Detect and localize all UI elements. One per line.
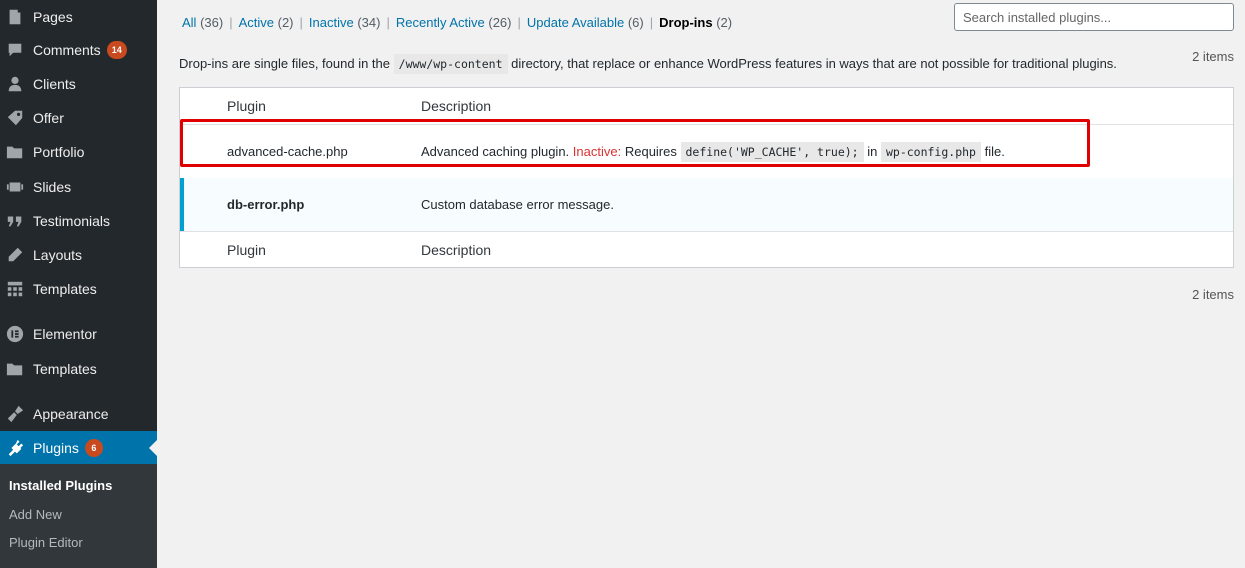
menu-label: Elementor xyxy=(33,326,97,342)
admin-sidebar: Pages Comments 14 Clients Offer Portfoli… xyxy=(0,0,157,568)
separator: | xyxy=(299,15,303,30)
submenu-installed-plugins[interactable]: Installed Plugins xyxy=(0,472,157,501)
plugins-icon xyxy=(6,439,24,457)
comments-count-badge: 14 xyxy=(106,41,127,59)
menu-slides[interactable]: Slides xyxy=(0,170,157,204)
items-count-bottom: 2 items xyxy=(1192,287,1234,302)
description-text: directory, that replace or enhance WordP… xyxy=(511,56,1117,71)
filter-update-count: (6) xyxy=(627,15,644,30)
in-text: in xyxy=(867,144,878,159)
menu-layouts[interactable]: Layouts xyxy=(0,238,157,272)
plugin-name: db-error.php xyxy=(227,197,305,212)
plugin-description: Advanced caching plugin. Inactive: Requi… xyxy=(421,142,1005,162)
filter-active-count: (2) xyxy=(277,15,294,30)
search-plugins-input[interactable] xyxy=(954,3,1234,31)
filter-inactive[interactable]: Inactive (34) xyxy=(309,15,381,30)
dropins-description: Drop-ins are single files, found in the … xyxy=(179,54,1117,74)
table-row: advanced-cache.php Advanced caching plug… xyxy=(180,125,1233,178)
column-plugin: Plugin xyxy=(227,98,266,114)
filter-dropins[interactable]: Drop-ins xyxy=(659,15,712,30)
plugin-name: advanced-cache.php xyxy=(227,144,348,159)
filter-active-label: Active xyxy=(238,15,274,30)
description-text: Drop-ins are single files, found in the xyxy=(179,56,391,71)
submenu-add-new[interactable]: Add New xyxy=(0,501,157,530)
menu-label: Pages xyxy=(33,9,73,25)
menu-pages[interactable]: Pages xyxy=(0,0,157,34)
filter-all[interactable]: All (36) xyxy=(182,15,223,30)
plugins-update-badge: 6 xyxy=(84,439,103,457)
inactive-status: Inactive: xyxy=(572,144,622,159)
comments-icon xyxy=(6,41,24,59)
requires-text: Requires xyxy=(624,144,677,159)
submenu-plugin-editor[interactable]: Plugin Editor xyxy=(0,529,157,558)
templates-icon xyxy=(6,280,24,298)
slides-icon xyxy=(6,178,24,196)
menu-label: Layouts xyxy=(33,247,83,263)
separator: | xyxy=(517,15,521,30)
separator: | xyxy=(386,15,390,30)
table-header: Plugin Description xyxy=(180,88,1233,125)
clients-icon xyxy=(6,75,24,93)
plugin-description: Custom database error message. xyxy=(421,197,614,212)
menu-appearance[interactable]: Appearance xyxy=(0,397,157,431)
menu-plugins[interactable]: Plugins 6 xyxy=(0,431,157,465)
menu-testimonials[interactable]: Testimonials xyxy=(0,204,157,238)
menu-label: Portfolio xyxy=(33,144,85,160)
filter-recent-label: Recently Active xyxy=(395,15,485,30)
layouts-icon xyxy=(6,246,24,264)
column-plugin: Plugin xyxy=(227,242,266,258)
file-text: file. xyxy=(984,144,1005,159)
filter-update-available[interactable]: Update Available (6) xyxy=(527,15,644,30)
table-footer: Plugin Description xyxy=(180,231,1233,268)
menu-label: Plugins xyxy=(33,440,79,456)
separator: | xyxy=(649,15,654,30)
menu-label: Appearance xyxy=(33,406,109,422)
menu-offer[interactable]: Offer xyxy=(0,101,157,135)
menu-elementor-templates[interactable]: Templates xyxy=(0,352,157,386)
menu-label: Slides xyxy=(33,179,72,195)
menu-templates[interactable]: Templates xyxy=(0,272,157,306)
items-count-top: 2 items xyxy=(1192,49,1234,64)
offer-icon xyxy=(6,109,24,127)
menu-comments[interactable]: Comments 14 xyxy=(0,33,157,67)
testimonials-icon xyxy=(6,212,24,230)
filter-inactive-count: (34) xyxy=(357,15,381,30)
filter-dropins-label: Drop-ins xyxy=(659,15,713,30)
appearance-icon xyxy=(6,405,24,423)
pages-icon xyxy=(6,8,24,26)
filter-recently-active[interactable]: Recently Active (26) xyxy=(396,15,512,30)
filter-active[interactable]: Active (2) xyxy=(239,15,294,30)
description-text: Advanced caching plugin. xyxy=(421,144,570,159)
filter-inactive-label: Inactive xyxy=(308,15,354,30)
table-row: db-error.php Custom database error messa… xyxy=(180,178,1233,231)
templates-folder-icon xyxy=(6,360,24,378)
menu-label: Comments xyxy=(33,42,101,58)
dropins-table: Plugin Description advanced-cache.php Ad… xyxy=(179,87,1234,268)
filter-all-count: (36) xyxy=(200,15,224,30)
plugins-submenu: Installed Plugins Add New Plugin Editor xyxy=(0,464,157,568)
wp-content-path: /www/wp-content xyxy=(393,54,508,74)
menu-label: Offer xyxy=(33,110,64,126)
menu-clients[interactable]: Clients xyxy=(0,67,157,101)
menu-label: Templates xyxy=(33,281,97,297)
menu-elementor[interactable]: Elementor xyxy=(0,317,157,351)
separator: | xyxy=(229,15,233,30)
filter-recent-count: (26) xyxy=(488,15,512,30)
elementor-icon xyxy=(6,325,24,343)
column-description: Description xyxy=(421,98,492,114)
menu-portfolio[interactable]: Portfolio xyxy=(0,135,157,169)
menu-label: Templates xyxy=(33,361,97,377)
wp-config-filename: wp-config.php xyxy=(880,142,981,162)
filter-all-label: All xyxy=(182,15,197,30)
plugin-status-filters: All (36) | Active (2) | Inactive (34) | Recent… xyxy=(182,15,732,30)
wp-cache-define-code: define('WP_CACHE', true); xyxy=(680,142,864,162)
menu-label: Clients xyxy=(33,76,76,92)
filter-update-label: Update Available xyxy=(526,15,625,30)
menu-label: Testimonials xyxy=(33,213,111,229)
column-description: Description xyxy=(421,242,492,258)
filter-dropins-count: (2) xyxy=(716,15,733,30)
portfolio-icon xyxy=(6,143,24,161)
